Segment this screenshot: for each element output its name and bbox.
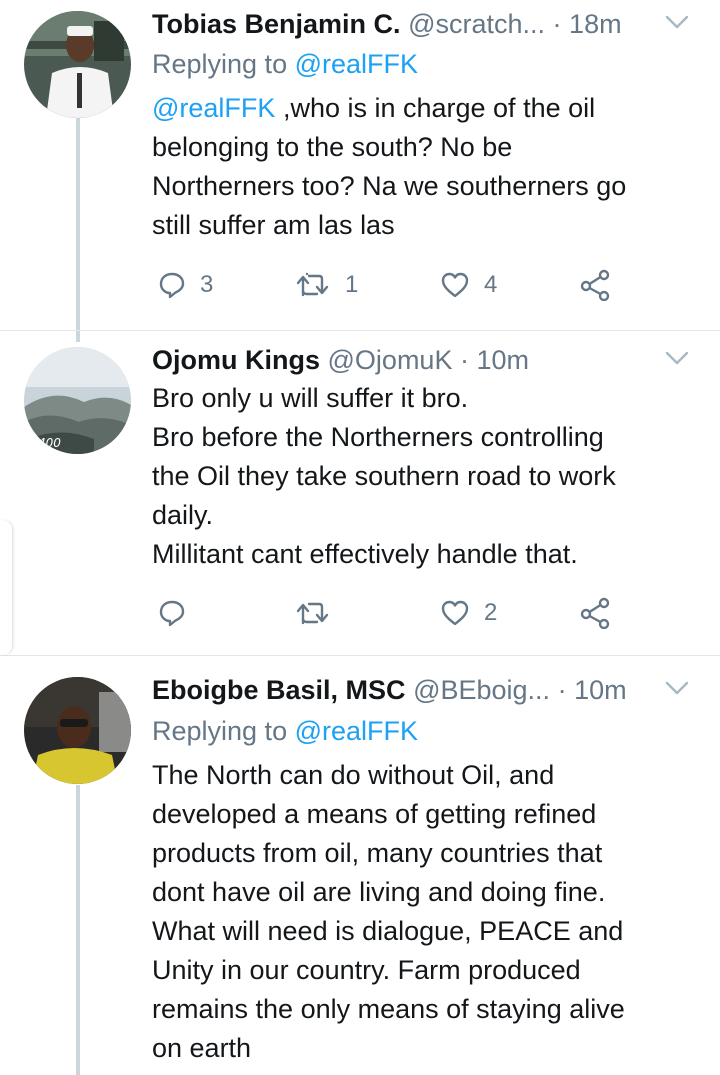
reply-button[interactable] xyxy=(158,593,200,633)
like-count: 4 xyxy=(484,271,498,298)
tweet-text: The North can do without Oil, and develo… xyxy=(152,760,625,1063)
separator-dot: · xyxy=(557,675,567,705)
share-icon xyxy=(580,269,610,301)
thread-line xyxy=(76,118,80,342)
chevron-down-icon[interactable] xyxy=(664,12,690,32)
replying-to-label: Replying to xyxy=(152,49,295,79)
avatar[interactable] xyxy=(24,677,131,784)
share-button[interactable] xyxy=(580,265,610,305)
display-name[interactable]: Eboigbe Basil, MSC xyxy=(152,675,406,705)
mention-link[interactable]: @realFFK xyxy=(152,93,275,123)
tweet-text: Bro only u will suffer it bro. Bro befor… xyxy=(152,383,616,569)
chevron-down-icon[interactable] xyxy=(664,348,690,368)
reply-button[interactable]: 3 xyxy=(158,265,213,305)
tweet-header: Tobias Benjamin C. @scratch... · 18m xyxy=(152,4,700,44)
reply-count: 3 xyxy=(200,271,214,298)
heart-icon xyxy=(441,272,469,298)
tweet-actions: 3 1 4 xyxy=(152,265,632,305)
share-icon xyxy=(580,597,610,629)
tweet-2[interactable]: 400 Ojomu Kings @OjomuK · 10m Bro only u… xyxy=(0,330,720,655)
retweet-icon xyxy=(296,602,329,625)
replying-to: Replying to @realFFK xyxy=(152,44,418,84)
avatar[interactable] xyxy=(24,11,131,118)
edge-handle[interactable] xyxy=(0,520,13,655)
heart-icon xyxy=(441,600,469,626)
replying-to-mention[interactable]: @realFFK xyxy=(295,49,418,79)
divider xyxy=(0,330,720,331)
retweet-button[interactable]: 1 xyxy=(295,265,358,305)
avatar-label: 400 xyxy=(38,436,61,450)
retweet-icon xyxy=(296,272,329,297)
retweet-count: 1 xyxy=(345,271,359,298)
user-handle[interactable]: @BEboig... xyxy=(413,675,550,705)
tweet-header: Ojomu Kings @OjomuK · 10m xyxy=(152,340,700,380)
divider xyxy=(0,655,720,656)
like-button[interactable]: 2 xyxy=(440,593,497,633)
display-name[interactable]: Ojomu Kings xyxy=(152,345,320,375)
timestamp[interactable]: 10m xyxy=(477,345,530,375)
reply-icon xyxy=(159,272,185,299)
like-button[interactable]: 4 xyxy=(440,265,497,305)
thread-line xyxy=(76,785,80,1075)
retweet-button[interactable] xyxy=(295,593,345,633)
user-handle[interactable]: @OjomuK xyxy=(328,345,453,375)
tweet-1[interactable]: Tobias Benjamin C. @scratch... · 18m Rep… xyxy=(0,0,720,342)
timestamp[interactable]: 10m xyxy=(574,675,627,705)
tweet-3[interactable]: Eboigbe Basil, MSC @BEboig... · 10m Repl… xyxy=(0,655,720,1075)
user-handle[interactable]: @scratch... xyxy=(408,9,545,39)
separator-dot: · xyxy=(459,345,469,375)
display-name[interactable]: Tobias Benjamin C. xyxy=(152,9,401,39)
tweet-actions: 2 xyxy=(152,593,632,633)
tweet-header: Eboigbe Basil, MSC @BEboig... · 10m xyxy=(152,670,700,710)
replying-to: Replying to @realFFK xyxy=(152,711,418,751)
avatar[interactable]: 400 xyxy=(24,347,131,454)
chevron-down-icon[interactable] xyxy=(664,678,690,698)
like-count: 2 xyxy=(484,599,498,626)
replying-to-label: Replying to xyxy=(152,716,295,746)
reply-icon xyxy=(159,600,185,627)
tweet-text: @realFFK ,who is in charge of the oil be… xyxy=(152,89,707,245)
share-button[interactable] xyxy=(580,593,610,633)
replying-to-mention[interactable]: @realFFK xyxy=(295,716,418,746)
timestamp[interactable]: 18m xyxy=(569,9,622,39)
separator-dot: · xyxy=(552,9,562,39)
